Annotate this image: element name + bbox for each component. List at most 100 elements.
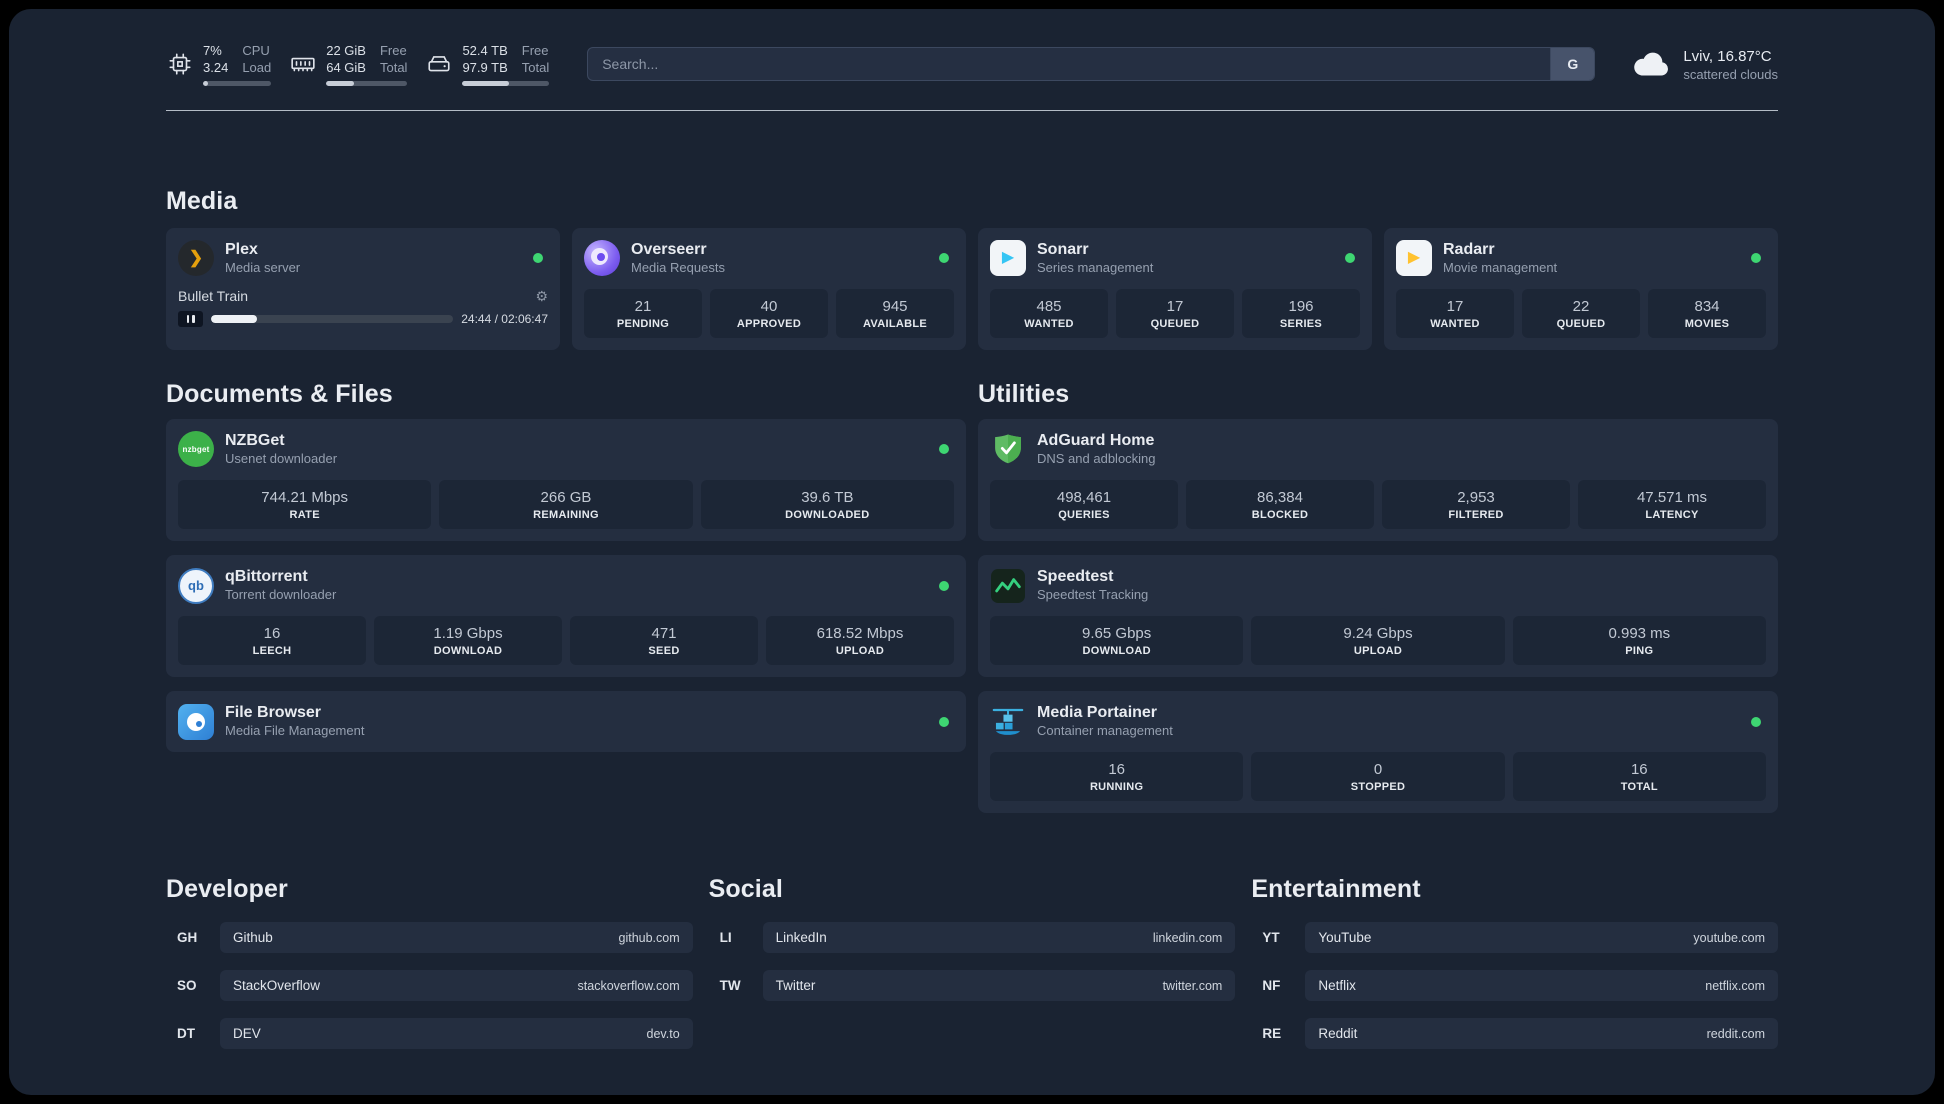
cpu-widget: 7% 3.24 CPU Load: [166, 43, 272, 86]
search-provider-button[interactable]: G: [1550, 48, 1595, 81]
service-card-plex[interactable]: ❯ Plex Media server Bullet Train ⚙ 24:44…: [166, 227, 560, 350]
memory-total-label: Total: [379, 59, 408, 75]
search-bar: G: [587, 47, 1596, 82]
service-description: Speedtest Tracking: [1037, 587, 1149, 603]
bookmark-group-entertainment: Entertainment YT YouTube youtube.com NF …: [1251, 875, 1778, 1066]
status-dot: [1345, 253, 1355, 264]
bookmark-stackoverflow[interactable]: SO StackOverflow stackoverflow.com: [166, 970, 693, 1002]
bookmark-domain: stackoverflow.com: [577, 978, 680, 993]
stat-tile: 2,953 FILTERED: [1382, 479, 1570, 530]
bookmark-domain: github.com: [618, 930, 680, 945]
gear-icon[interactable]: ⚙: [535, 289, 548, 303]
qbittorrent-icon: qb: [178, 567, 214, 604]
topbar-divider: [166, 109, 1778, 111]
cpu-progress-bar: [203, 80, 272, 86]
service-description: Media server: [225, 259, 301, 275]
bookmark-abbr: YT: [1262, 930, 1280, 946]
cpu-load-value: 3.24: [203, 59, 229, 75]
portainer-icon: [990, 704, 1026, 740]
bookmark-abbr: TW: [719, 978, 741, 994]
service-name: Plex: [225, 240, 258, 258]
disk-widget: 52.4 TB 97.9 TB Free Total: [425, 43, 550, 86]
service-card-adguard[interactable]: AdGuard Home DNS and adblocking 498,461 …: [978, 418, 1778, 542]
stat-tile: 471 SEED: [570, 615, 758, 666]
bookmark-twitter[interactable]: TW Twitter twitter.com: [709, 970, 1236, 1002]
status-dot: [1751, 253, 1761, 264]
service-card-overseerr[interactable]: Overseerr Media Requests 21 PENDING 40 A…: [572, 227, 966, 350]
bookmark-abbr: DT: [177, 1026, 195, 1042]
stat-tile: 86,384 BLOCKED: [1186, 479, 1374, 530]
bookmark-abbr: GH: [177, 930, 198, 946]
bookmark-domain: youtube.com: [1693, 930, 1765, 945]
pause-button[interactable]: [178, 310, 203, 327]
section-documents-files: Documents & Files nzbget NZBGet Usenet d…: [166, 380, 966, 813]
disk-total-label: Total: [521, 59, 550, 75]
bookmark-domain: linkedin.com: [1152, 930, 1223, 945]
cpu-load-label: Load: [242, 59, 272, 75]
stat-tile: 1.19 Gbps DOWNLOAD: [374, 615, 562, 666]
service-description: Media Requests: [631, 259, 725, 275]
service-card-portainer[interactable]: Media Portainer Container management 16 …: [978, 691, 1778, 814]
service-card-radarr[interactable]: ▶ Radarr Movie management 17 WANTED 22 Q…: [1384, 227, 1778, 350]
stat-tile: 0.993 ms PING: [1512, 615, 1766, 666]
memory-free-label: Free: [379, 43, 407, 58]
service-card-speedtest[interactable]: Speedtest Speedtest Tracking 9.65 Gbps D…: [978, 555, 1778, 678]
service-card-sonarr[interactable]: ▶ Sonarr Series management 485 WANTED 17…: [978, 227, 1372, 350]
bookmark-abbr: SO: [177, 978, 197, 994]
stat-tile: 21 PENDING: [584, 288, 702, 338]
section-title: Documents & Files: [166, 379, 393, 408]
memory-progress-bar: [326, 80, 408, 86]
status-dot: [939, 444, 949, 455]
weather-widget[interactable]: Lviv, 16.87°C scattered clouds: [1631, 46, 1778, 83]
status-dot: [1751, 716, 1761, 727]
bookmark-domain: reddit.com: [1706, 1026, 1765, 1041]
cpu-label: CPU: [242, 43, 270, 58]
service-card-nzbget[interactable]: nzbget NZBGet Usenet downloader 744.21 M…: [166, 418, 966, 542]
stat-tile: 0 STOPPED: [1251, 752, 1505, 802]
resource-widgets: 7% 3.24 CPU Load 22 GiB 64 GiB Free Tota…: [166, 43, 550, 86]
bookmark-netflix[interactable]: NF Netflix netflix.com: [1251, 970, 1778, 1002]
search-input[interactable]: [588, 48, 1551, 81]
bookmark-group-developer: Developer GH Github github.com SO StackO…: [166, 875, 693, 1066]
bookmark-github[interactable]: GH Github github.com: [166, 922, 693, 954]
status-dot: [939, 580, 949, 591]
bookmark-name: Reddit: [1318, 1026, 1358, 1042]
stat-tile: 266 GB REMAINING: [439, 479, 693, 530]
bookmark-youtube[interactable]: YT YouTube youtube.com: [1251, 922, 1778, 954]
service-name: qBittorrent: [225, 568, 308, 586]
cloud-icon: [1631, 46, 1673, 83]
service-name: File Browser: [225, 704, 322, 722]
service-description: Container management: [1037, 723, 1173, 739]
stat-tile: 40 APPROVED: [710, 288, 828, 338]
bookmark-name: LinkedIn: [775, 930, 827, 946]
bookmark-name: Netflix: [1318, 978, 1356, 994]
bookmark-name: StackOverflow: [233, 978, 321, 994]
bookmark-dev[interactable]: DT DEV dev.to: [166, 1018, 693, 1050]
top-bar: 7% 3.24 CPU Load 22 GiB 64 GiB Free Tota…: [166, 43, 1778, 86]
stat-tile: 16 RUNNING: [990, 752, 1244, 802]
memory-total-value: 64 GiB: [326, 59, 366, 75]
service-description: Torrent downloader: [225, 587, 337, 603]
service-card-filebrowser[interactable]: File Browser Media File Management: [166, 691, 966, 753]
stat-tile: 498,461 QUERIES: [990, 479, 1178, 530]
stat-tile: 17 WANTED: [1396, 288, 1514, 338]
bookmark-reddit[interactable]: RE Reddit reddit.com: [1251, 1018, 1778, 1050]
stat-tile: 47.571 ms LATENCY: [1578, 479, 1766, 530]
sonarr-icon: ▶: [990, 240, 1026, 277]
filebrowser-icon: [178, 703, 214, 740]
service-card-qbittorrent[interactable]: qb qBittorrent Torrent downloader 16 LEE…: [166, 555, 966, 678]
dashboard-window: 7% 3.24 CPU Load 22 GiB 64 GiB Free Tota…: [9, 9, 1935, 1095]
disk-free-label: Free: [521, 43, 549, 58]
service-description: Usenet downloader: [225, 450, 338, 466]
disk-total-value: 97.9 TB: [462, 59, 508, 75]
weather-location: Lviv, 16.87°C: [1683, 47, 1772, 65]
playback-progress-bar[interactable]: [211, 314, 454, 323]
playback-time: 24:44 / 02:06:47: [461, 311, 548, 326]
plex-now-playing: Bullet Train ⚙ 24:44 / 02:06:47: [178, 288, 548, 327]
service-name: Media Portainer: [1037, 704, 1158, 722]
stat-tile: 744.21 Mbps RATE: [178, 479, 432, 530]
nzbget-icon: nzbget: [178, 431, 214, 468]
service-description: Media File Management: [225, 723, 365, 739]
bookmark-linkedin[interactable]: LI LinkedIn linkedin.com: [709, 922, 1236, 954]
bookmark-abbr: NF: [1262, 978, 1281, 994]
